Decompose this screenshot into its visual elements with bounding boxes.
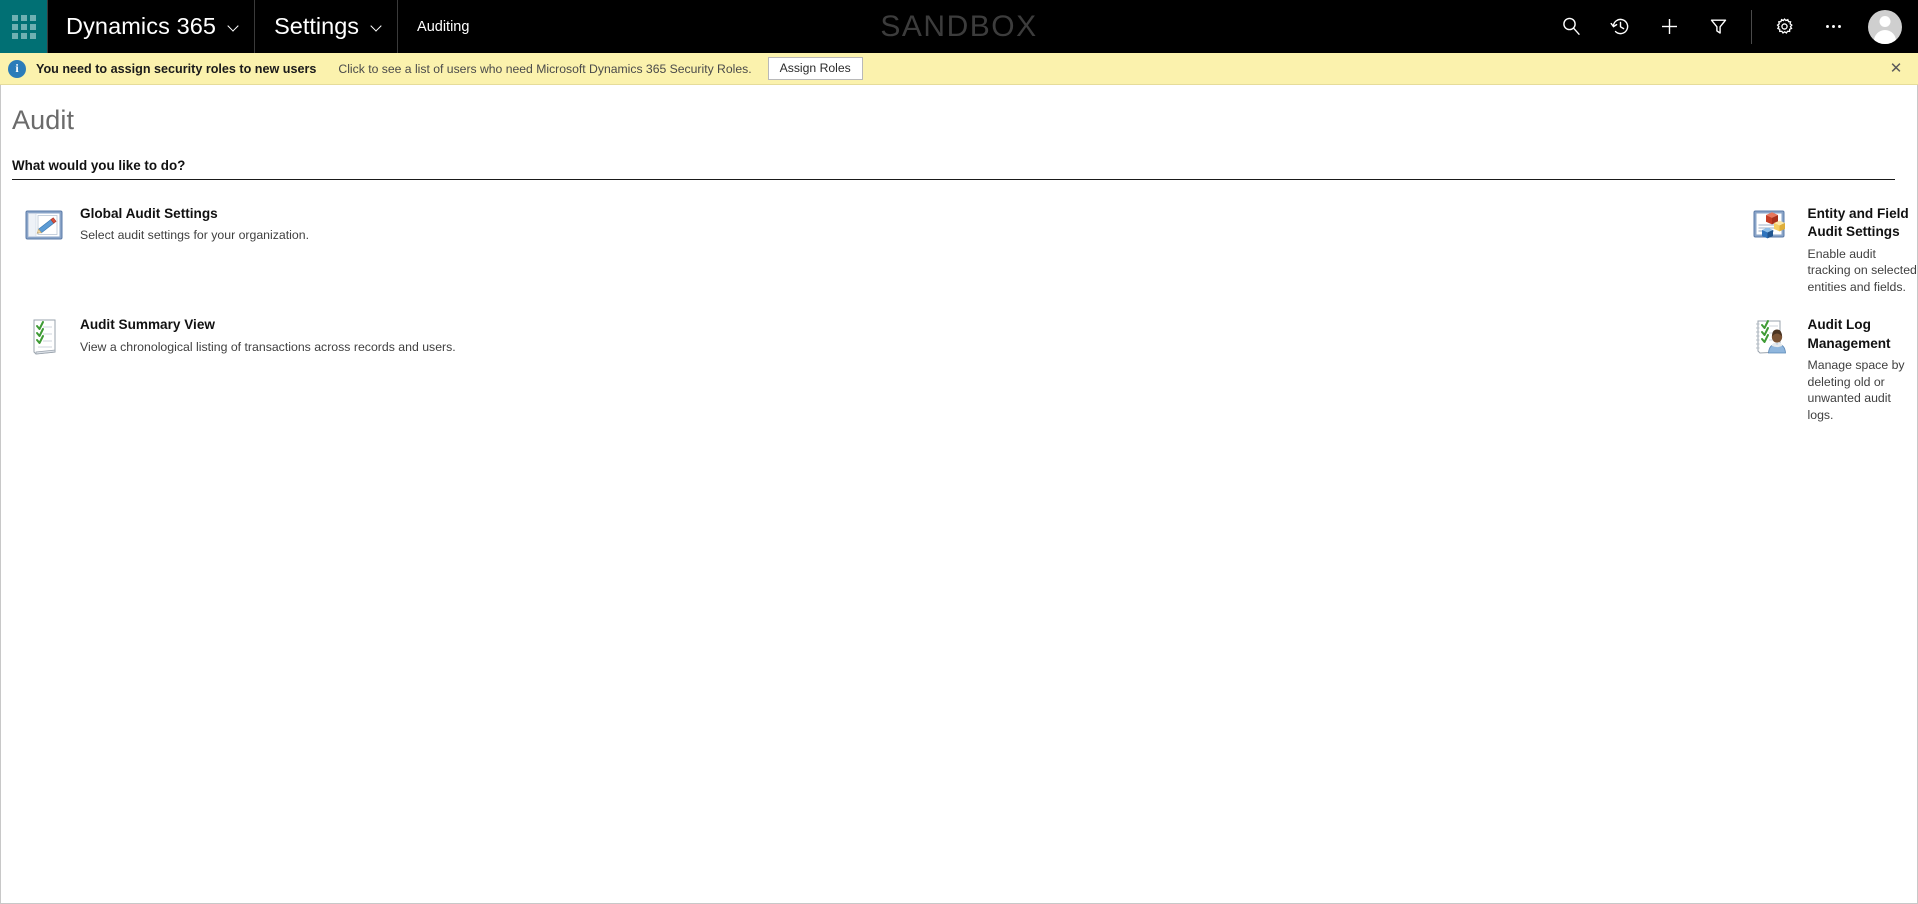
tile-description: Enable audit tracking on selected entiti… — [1807, 246, 1917, 294]
tile-title[interactable]: Audit Log Management — [1808, 316, 1918, 353]
notification-bar: i You need to assign security roles to n… — [0, 53, 1918, 85]
tile-title[interactable]: Global Audit Settings — [80, 205, 309, 223]
assign-roles-button[interactable]: Assign Roles — [767, 56, 863, 81]
tile-description: Select audit settings for your organizat… — [80, 228, 309, 243]
tile-description: View a chronological listing of transact… — [80, 339, 456, 354]
area-label: Settings — [274, 13, 360, 39]
chevron-down-icon — [372, 22, 383, 33]
tile-title[interactable]: Entity and Field Audit Settings — [1808, 205, 1918, 242]
tile-text: Entity and Field Audit Settings Enable a… — [1808, 204, 1918, 295]
chevron-down-icon — [229, 22, 240, 33]
advanced-find-filter-icon[interactable] — [1694, 0, 1743, 53]
app-launcher-button[interactable] — [0, 0, 47, 53]
area-settings-menu[interactable]: Settings — [255, 0, 397, 53]
tile-global-audit-settings[interactable]: Global Audit Settings Select audit setti… — [12, 194, 965, 305]
tile-audit-log-management[interactable]: Audit Log Management Manage space by del… — [965, 305, 1918, 433]
info-icon: i — [8, 59, 26, 78]
tile-text: Audit Summary View View a chronological … — [80, 315, 456, 355]
tile-text: Global Audit Settings Select audit setti… — [80, 204, 309, 244]
page-title: Audit — [12, 105, 75, 135]
notification-message[interactable]: Click to see a list of users who need Mi… — [338, 62, 751, 76]
audit-task-grid: Global Audit Settings Select audit setti… — [1, 194, 1917, 434]
audit-summary-view-icon — [22, 316, 66, 358]
topbar-divider — [1751, 9, 1752, 44]
tile-text: Audit Log Management Manage space by del… — [1808, 315, 1918, 423]
user-avatar[interactable] — [1868, 9, 1902, 44]
brand-dynamics-365-menu[interactable]: Dynamics 365 — [48, 0, 254, 53]
subarea-label: Auditing — [417, 18, 470, 35]
brand-label: Dynamics 365 — [66, 13, 217, 39]
section-heading: What would you like to do? — [12, 158, 1895, 180]
tile-title[interactable]: Audit Summary View — [80, 316, 456, 334]
entity-field-audit-settings-icon — [1750, 205, 1794, 247]
search-icon[interactable] — [1547, 0, 1596, 53]
quick-create-plus-icon[interactable] — [1645, 0, 1694, 53]
more-ellipsis-icon[interactable] — [1809, 0, 1858, 53]
top-navigation-bar: Dynamics 365 Settings Auditing SANDBOX — [0, 0, 1918, 53]
settings-gear-icon[interactable] — [1760, 0, 1809, 53]
tile-description: Manage space by deleting old or unwanted… — [1807, 358, 1905, 422]
topbar-actions — [1547, 0, 1918, 53]
subarea-auditing[interactable]: Auditing — [398, 0, 485, 53]
tile-audit-summary-view[interactable]: Audit Summary View View a chronological … — [12, 305, 965, 433]
audit-log-management-icon — [1750, 316, 1794, 358]
waffle-grid-icon — [11, 14, 36, 39]
audit-page: Audit What would you like to do? Global … — [0, 85, 1918, 904]
close-icon[interactable]: ✕ — [1886, 59, 1906, 79]
recent-history-icon[interactable] — [1596, 0, 1645, 53]
notification-title: You need to assign security roles to new… — [36, 61, 317, 76]
global-audit-settings-icon — [22, 205, 66, 247]
tile-entity-and-field-audit-settings[interactable]: Entity and Field Audit Settings Enable a… — [965, 194, 1918, 305]
